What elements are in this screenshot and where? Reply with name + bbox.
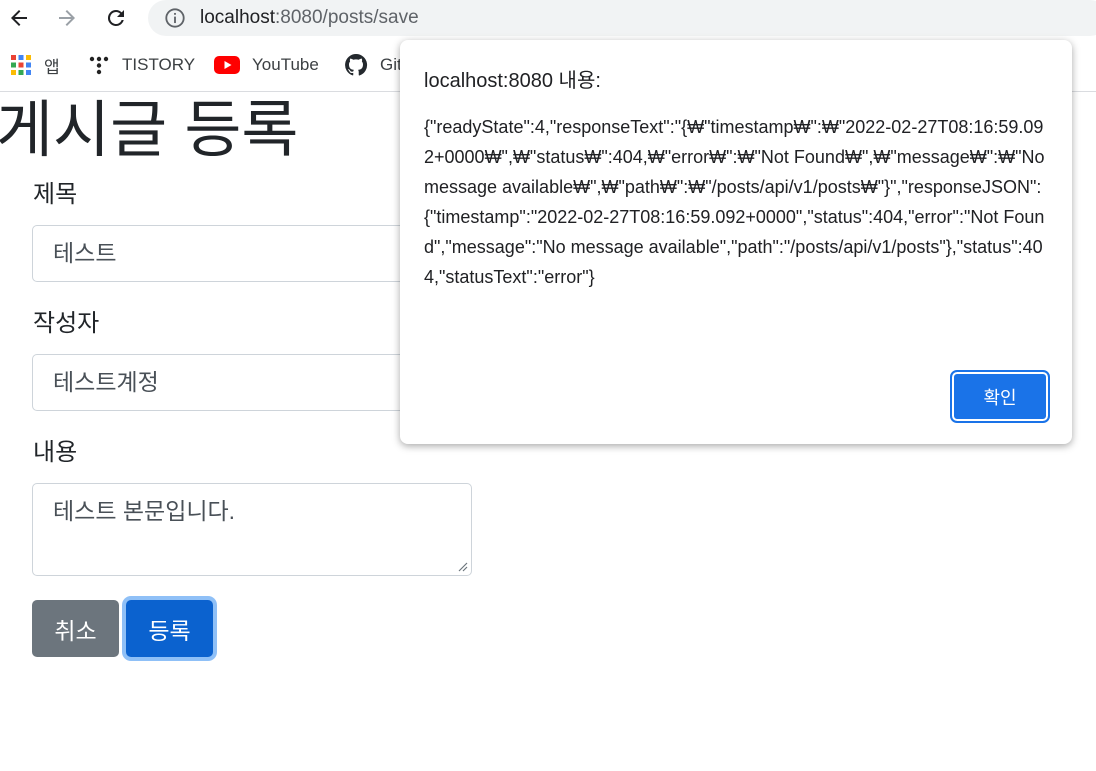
- bookmark-label: YouTube: [252, 55, 319, 74]
- bookmark-label: Git: [380, 55, 402, 74]
- bookmark-tistory[interactable]: TISTORY: [88, 52, 195, 78]
- resize-handle-icon[interactable]: [456, 560, 468, 572]
- tistory-icon: [88, 54, 110, 76]
- page-title: 게시글 등록: [0, 96, 299, 165]
- dialog-title: localhost:8080 내용:: [424, 70, 601, 92]
- content-label: 내용: [33, 439, 78, 466]
- content-text: 테스트 본문입니다.: [53, 498, 236, 524]
- url-text[interactable]: localhost:8080/posts/save: [200, 6, 419, 30]
- youtube-icon: [214, 54, 240, 76]
- url-path: :8080/posts/save: [275, 7, 419, 28]
- forward-arrow-icon[interactable]: [52, 4, 82, 32]
- apps-grid-icon: [10, 54, 32, 76]
- address-bar[interactable]: localhost:8080/posts/save: [148, 0, 1096, 36]
- info-icon[interactable]: [164, 7, 186, 29]
- alert-dialog: localhost:8080 내용: {"readyState":4,"resp…: [400, 40, 1072, 444]
- save-button[interactable]: 등록: [126, 600, 213, 657]
- reload-icon[interactable]: [101, 4, 131, 32]
- bookmark-youtube[interactable]: YouTube: [214, 52, 319, 78]
- url-host: localhost: [200, 7, 275, 28]
- author-label: 작성자: [33, 310, 100, 337]
- bookmark-label: 앱: [44, 57, 60, 77]
- browser-toolbar: localhost:8080/posts/save: [0, 0, 1096, 38]
- github-icon: [344, 53, 368, 76]
- content-textarea[interactable]: 테스트 본문입니다.: [32, 483, 472, 576]
- back-arrow-icon[interactable]: [4, 4, 34, 32]
- bookmark-github[interactable]: Git: [344, 52, 402, 78]
- bookmark-label: TISTORY: [122, 55, 196, 74]
- title-label: 제목: [33, 181, 78, 208]
- ok-button[interactable]: 확인: [950, 370, 1050, 423]
- bookmark-apps[interactable]: 앱: [10, 52, 60, 78]
- dialog-message: {"readyState":4,"responseText":"{₩"times…: [424, 117, 1045, 287]
- cancel-button[interactable]: 취소: [32, 600, 119, 657]
